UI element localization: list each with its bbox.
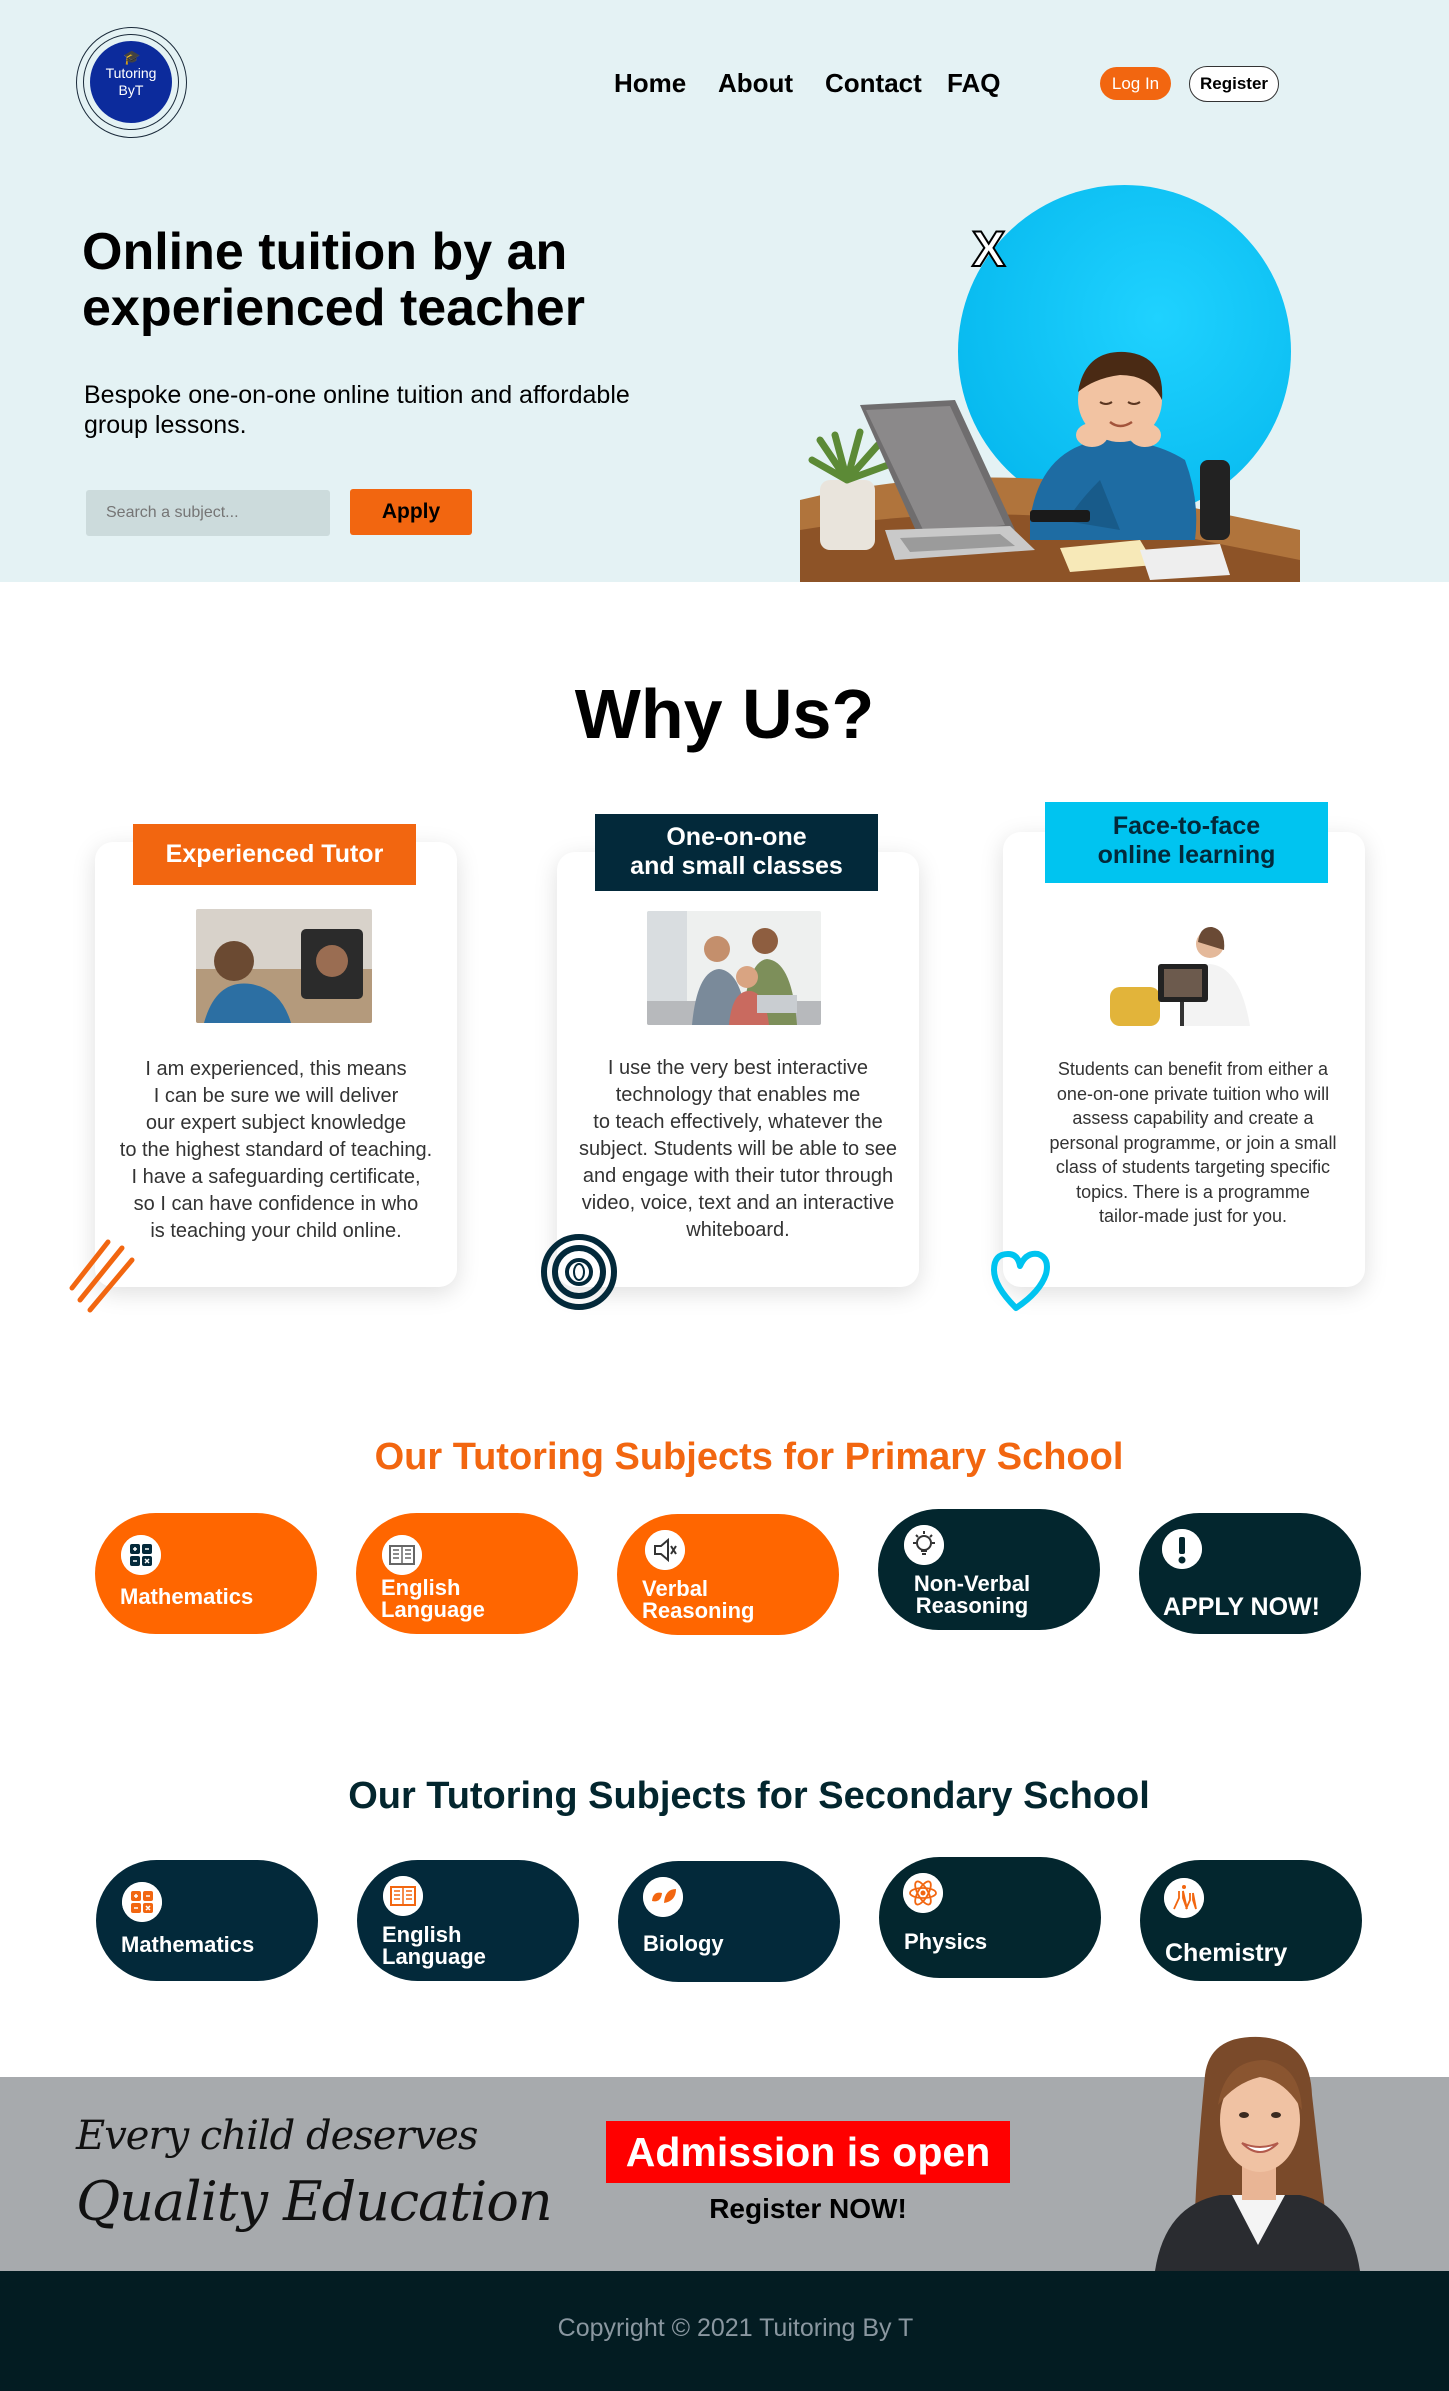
login-button[interactable]: Log In — [1100, 67, 1171, 100]
primary-subject-non-verbal-reasoning[interactable]: Non-Verbal Reasoning — [878, 1509, 1100, 1630]
exclamation-icon — [1162, 1529, 1202, 1569]
card-image-online-tutoring — [196, 909, 372, 1023]
secondary-subjects-title: Our Tutoring Subjects for Secondary Scho… — [348, 1775, 1150, 1817]
secondary-subject-physics[interactable]: Physics — [879, 1857, 1101, 1978]
book-icon — [383, 1876, 423, 1916]
banner-tagline-line2: Quality Education — [76, 2170, 553, 2233]
subject-label: Biology — [643, 1931, 724, 1956]
target-decoration-icon — [540, 1232, 618, 1317]
flask-icon — [1164, 1878, 1204, 1918]
subject-label: English Language — [382, 1922, 486, 1969]
calculator-icon — [121, 1535, 161, 1575]
atom-icon — [903, 1873, 943, 1913]
secondary-subject-chemistry[interactable]: Chemistry — [1140, 1860, 1362, 1981]
primary-subject-english[interactable]: English Language — [356, 1513, 578, 1634]
apply-button[interactable]: Apply — [350, 489, 472, 535]
subject-label: Mathematics — [120, 1584, 254, 1609]
subject-label: Chemistry — [1165, 1939, 1288, 1967]
graduation-cap-icon: 🎓 — [123, 49, 141, 65]
subject-label: Mathematics — [121, 1932, 255, 1957]
heart-decoration-icon — [988, 1246, 1054, 1319]
card-heading-face-to-face: Face-to-face online learning — [1045, 802, 1328, 883]
logo-text-line1: Tutoring — [105, 65, 157, 81]
x-decoration-icon: X — [971, 220, 1006, 278]
card-heading-experienced-tutor: Experienced Tutor — [133, 824, 416, 885]
subject-label: English Language — [381, 1575, 485, 1622]
secondary-subject-biology[interactable]: Biology — [618, 1861, 840, 1982]
admission-open-badge: Admission is open — [606, 2121, 1010, 2183]
card-text-small-classes: I use the very best interactive technolo… — [579, 1057, 897, 1241]
banner-tagline-line1: Every child deserves — [76, 2113, 478, 2159]
apply-now-button[interactable]: APPLY NOW! — [1139, 1513, 1361, 1634]
card-image-small-class — [647, 911, 821, 1025]
calculator-icon — [122, 1882, 162, 1922]
secondary-subject-english[interactable]: English Language — [357, 1860, 579, 1981]
apply-now-label: APPLY NOW! — [1163, 1593, 1320, 1621]
card-image-face-to-face — [1110, 912, 1272, 1026]
leaf-icon — [643, 1877, 683, 1917]
teacher-photo — [1150, 2035, 1365, 2271]
copyright-text: Copyright © 2021 Tuitoring By T — [557, 2314, 914, 2342]
book-icon — [382, 1535, 422, 1575]
card-text-experienced-tutor: I am experienced, this means I can be su… — [119, 1058, 433, 1242]
hero-title: Online tuition by an experienced teacher — [82, 223, 585, 337]
hero-illustration — [800, 330, 1300, 582]
nav-home[interactable]: Home — [614, 68, 686, 99]
card-text-face-to-face: Students can benefit from either a one-o… — [1049, 1059, 1337, 1226]
subject-search-input[interactable] — [86, 490, 330, 536]
nav-contact[interactable]: Contact — [825, 68, 922, 99]
speaker-icon — [645, 1530, 685, 1570]
orange-lines-decoration-icon — [68, 1238, 138, 1319]
register-button[interactable]: Register — [1189, 66, 1279, 102]
site-logo[interactable]: 🎓 Tutoring ByT — [76, 27, 187, 138]
hero-section: 🎓 Tutoring ByT Home About Contact FAQ Lo… — [0, 0, 1449, 582]
lightbulb-icon — [904, 1525, 944, 1565]
secondary-subject-mathematics[interactable]: Mathematics — [96, 1860, 318, 1981]
primary-subject-mathematics[interactable]: Mathematics — [95, 1513, 317, 1634]
why-us-title: Why Us? — [574, 675, 875, 753]
register-now-link[interactable]: Register NOW! — [606, 2193, 1010, 2225]
primary-subjects-title: Our Tutoring Subjects for Primary School — [374, 1436, 1124, 1478]
nav-faq[interactable]: FAQ — [947, 68, 1000, 99]
hero-subtitle: Bespoke one-on-one online tuition and af… — [84, 381, 630, 439]
subject-label: Physics — [904, 1929, 988, 1954]
nav-about[interactable]: About — [718, 68, 793, 99]
card-heading-small-classes: One-on-one and small classes — [595, 814, 878, 891]
subject-label: Non-Verbal Reasoning — [913, 1571, 1031, 1618]
primary-subject-verbal-reasoning[interactable]: Verbal Reasoning — [617, 1514, 839, 1635]
subject-label: Verbal Reasoning — [642, 1576, 755, 1623]
logo-text-line2: ByT — [118, 82, 144, 98]
